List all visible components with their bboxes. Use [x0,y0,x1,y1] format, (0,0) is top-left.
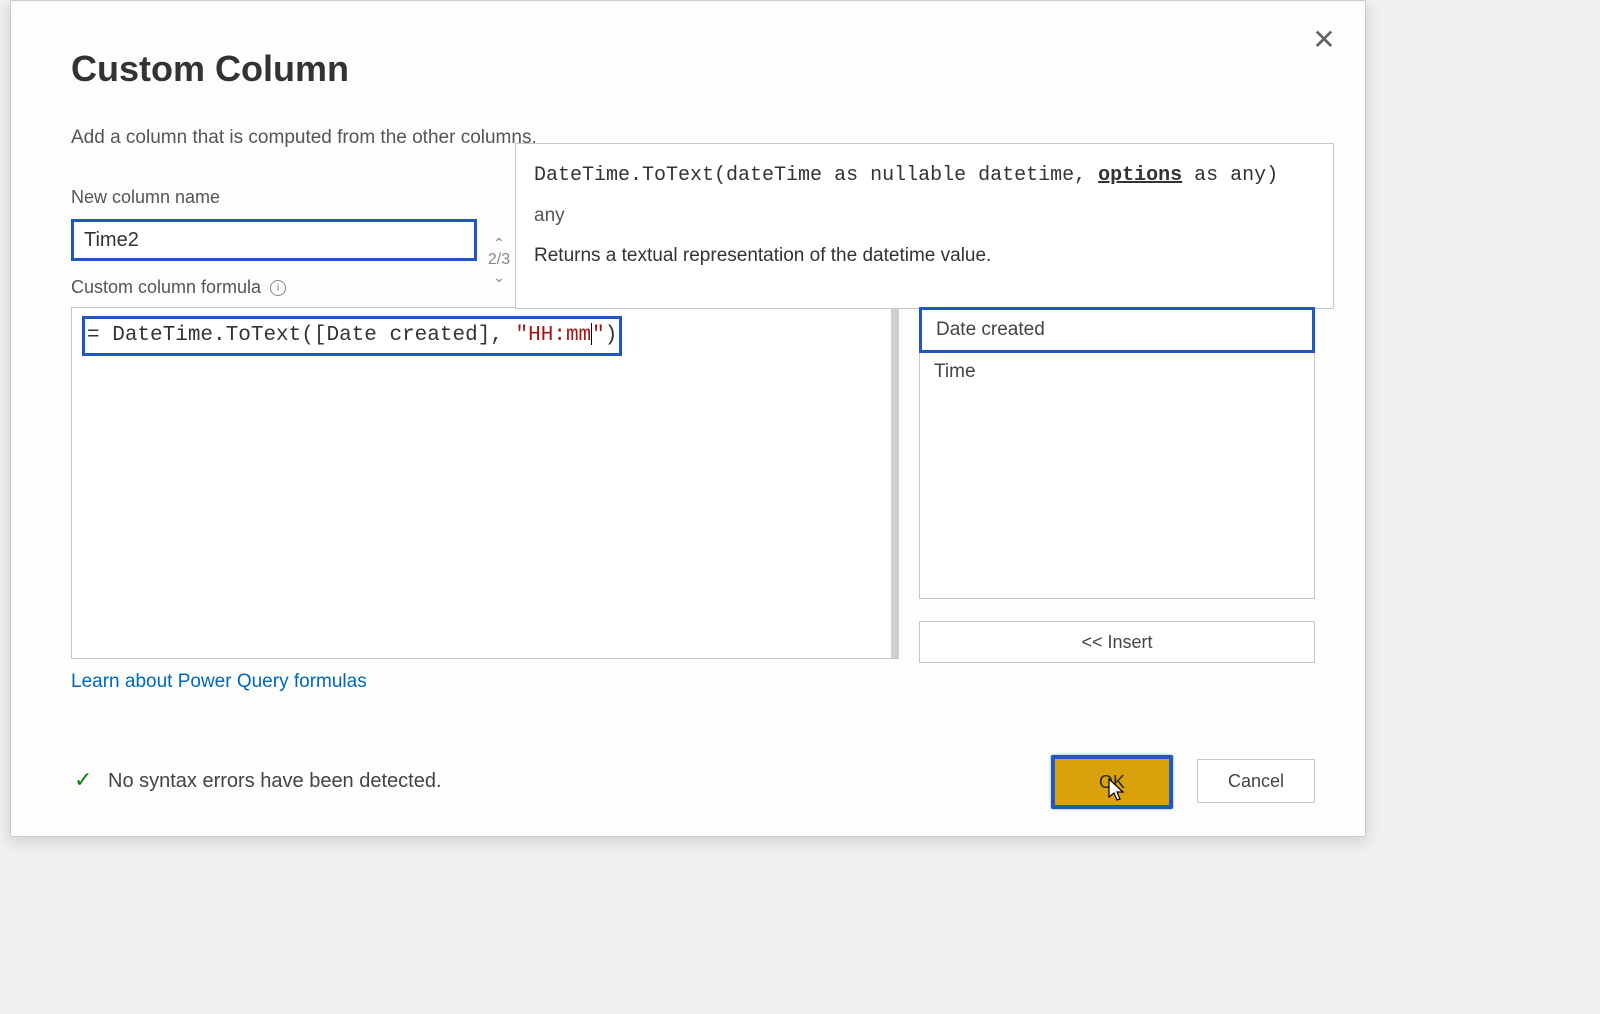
chevron-down-icon[interactable]: ⌄ [482,269,516,285]
tooltip-signature: DateTime.ToText(dateTime as nullable dat… [534,164,1315,187]
tooltip-param1-type: nullable datetime [870,164,1074,187]
learn-link[interactable]: Learn about Power Query formulas [71,671,367,693]
formula-editor[interactable]: = DateTime.ToText([Date created], "HH:mm… [71,307,899,659]
formula-close-paren: ) [605,324,618,347]
tooltip-param2: options [1098,164,1182,187]
new-column-input[interactable] [71,219,477,261]
tooltip-description: Returns a textual representation of the … [534,245,1315,267]
formula-label: Custom column formula i [71,277,286,298]
formula-string-pre: "HH:mm [516,324,592,347]
dialog-title: Custom Column [71,48,349,90]
ok-button[interactable]: OK [1051,755,1173,809]
status-message: ✓ No syntax errors have been detected. [74,767,442,793]
tooltip-param2-type: any [1230,164,1266,187]
formula-column-ref: [Date created] [314,324,490,347]
tooltip-return-type: any [534,205,1315,227]
formula-content: = DateTime.ToText([Date created], "HH:mm… [82,316,622,356]
close-icon[interactable]: ✕ [1308,26,1340,58]
formula-comma: , [490,324,515,347]
dialog-subtitle: Add a column that is computed from the o… [71,127,537,149]
new-column-label: New column name [71,187,220,208]
available-columns-list[interactable]: Date created Time [919,307,1315,599]
custom-column-dialog: ✕ Custom Column Add a column that is com… [10,0,1366,837]
column-item-time[interactable]: Time [920,352,1314,392]
formula-open-paren: ( [301,324,314,347]
insert-button[interactable]: << Insert [919,621,1315,663]
check-icon: ✓ [74,767,92,792]
cancel-button[interactable]: Cancel [1197,759,1315,803]
intellisense-tooltip: DateTime.ToText(dateTime as nullable dat… [515,143,1334,309]
tooltip-fn-name: DateTime.ToText [534,164,714,187]
overload-count: 2/3 [482,251,516,269]
overload-stepper: ⌃ 2/3 ⌄ [482,235,516,299]
column-item-date-created[interactable]: Date created [919,307,1315,353]
formula-label-text: Custom column formula [71,277,261,297]
formula-function: DateTime.ToText [112,324,301,347]
formula-string-post: " [592,324,605,347]
formula-prefix: = [87,324,112,347]
tooltip-param1: dateTime [726,164,822,187]
chevron-up-icon[interactable]: ⌃ [482,235,516,251]
status-text: No syntax errors have been detected. [108,770,442,792]
info-icon[interactable]: i [270,280,286,296]
